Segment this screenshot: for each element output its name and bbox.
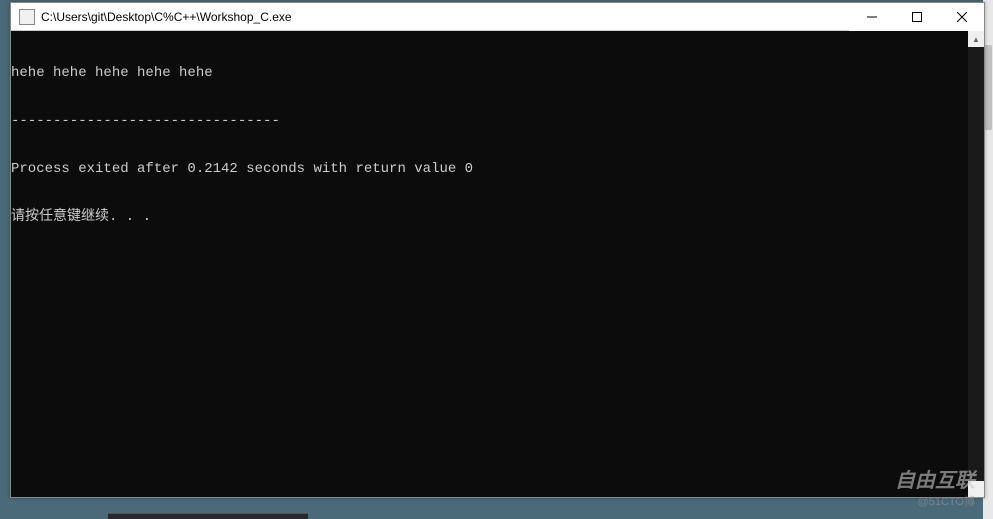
console-window: C:\Users\git\Desktop\C%C++\Workshop_C.ex… [10, 2, 985, 498]
taskbar-fragment [108, 513, 308, 519]
console-area: hehe hehe hehe hehe hehe ---------------… [11, 31, 984, 497]
console-line: 请按任意键继续. . . [11, 209, 968, 225]
window-controls [849, 3, 984, 30]
close-icon [957, 12, 967, 22]
console-line: -------------------------------- [11, 113, 968, 129]
titlebar[interactable]: C:\Users\git\Desktop\C%C++\Workshop_C.ex… [11, 3, 984, 31]
minimize-icon [867, 12, 877, 22]
app-icon [19, 9, 35, 25]
page-scrollbar-thumb[interactable] [984, 45, 992, 130]
console-output[interactable]: hehe hehe hehe hehe hehe ---------------… [11, 31, 968, 497]
scroll-down-icon[interactable]: ▼ [968, 481, 984, 497]
scrollbar-track[interactable] [968, 47, 984, 481]
console-line: hehe hehe hehe hehe hehe [11, 65, 968, 81]
maximize-icon [912, 12, 922, 22]
window-title: C:\Users\git\Desktop\C%C++\Workshop_C.ex… [41, 10, 849, 24]
console-line: Process exited after 0.2142 seconds with… [11, 161, 968, 177]
scroll-up-icon[interactable]: ▲ [968, 31, 984, 47]
minimize-button[interactable] [849, 3, 894, 31]
close-button[interactable] [939, 3, 984, 31]
vertical-scrollbar[interactable]: ▲ ▼ [968, 31, 984, 497]
maximize-button[interactable] [894, 3, 939, 31]
